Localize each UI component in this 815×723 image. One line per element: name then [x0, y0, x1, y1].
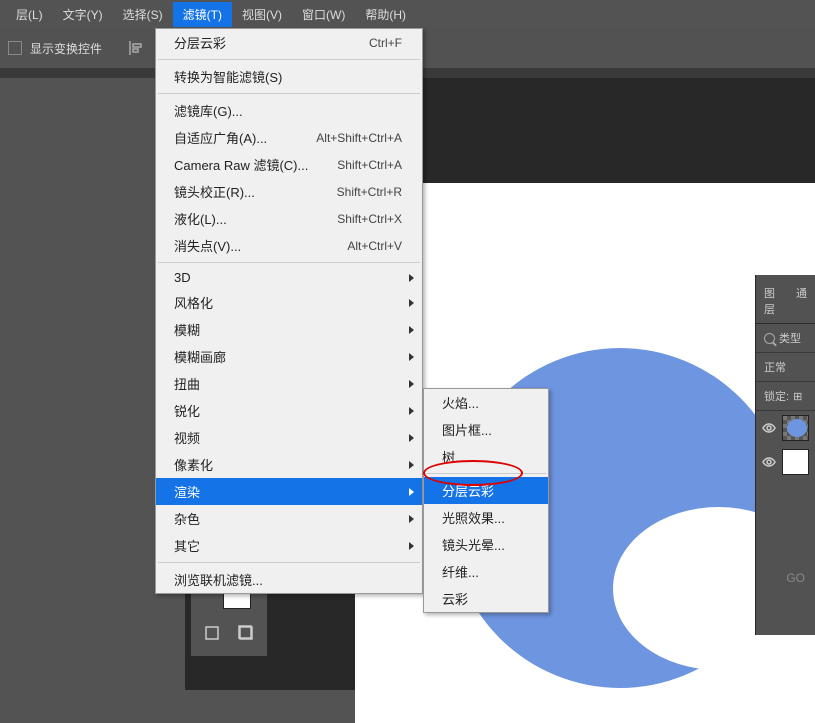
layer-thumb-circle [782, 415, 809, 441]
layer-row-1[interactable] [756, 411, 815, 445]
menu-lighting-effects[interactable]: 光照效果... [424, 504, 548, 531]
chevron-right-icon [409, 326, 414, 334]
visibility-icon[interactable] [762, 455, 776, 469]
menu-select[interactable]: 选择(S) [113, 2, 173, 27]
menu-blur[interactable]: 模糊 [156, 316, 422, 343]
search-icon [764, 333, 775, 344]
main-menubar: 层(L) 文字(Y) 选择(S) 滤镜(T) 视图(V) 窗口(W) 帮助(H) [0, 0, 815, 28]
menu-3d[interactable]: 3D [156, 266, 422, 289]
layer-row-2[interactable] [756, 445, 815, 479]
visibility-icon[interactable] [762, 421, 776, 435]
chevron-right-icon [409, 407, 414, 415]
menu-window[interactable]: 窗口(W) [292, 2, 355, 27]
blend-mode-select[interactable]: 正常 [756, 353, 815, 382]
tab-layers[interactable]: 图层 [764, 285, 784, 317]
menu-convert-smart[interactable]: 转换为智能滤镜(S) [156, 63, 422, 90]
chevron-right-icon [409, 434, 414, 442]
tab-channels[interactable]: 通 [796, 285, 807, 317]
chevron-right-icon [409, 542, 414, 550]
menu-tree[interactable]: 树... [424, 443, 548, 470]
menu-camera-raw[interactable]: Camera Raw 滤镜(C)...Shift+Ctrl+A [156, 151, 422, 178]
menu-blur-gallery[interactable]: 模糊画廊 [156, 343, 422, 370]
menu-text[interactable]: 文字(Y) [53, 2, 113, 27]
chevron-right-icon [409, 274, 414, 282]
menu-pixelate[interactable]: 像素化 [156, 451, 422, 478]
menu-layer[interactable]: 层(L) [6, 2, 53, 27]
go-link[interactable]: GO [786, 571, 805, 585]
menu-video[interactable]: 视频 [156, 424, 422, 451]
render-submenu: 火焰... 图片框... 树... 分层云彩 光照效果... 镜头光晕... 纤… [423, 388, 549, 613]
chevron-right-icon [409, 515, 414, 523]
menu-difference-clouds[interactable]: 分层云彩 [424, 477, 548, 504]
align-icon-1[interactable] [122, 34, 150, 62]
menu-liquify[interactable]: 液化(L)...Shift+Ctrl+X [156, 205, 422, 232]
chevron-right-icon [409, 380, 414, 388]
menu-stylize[interactable]: 风格化 [156, 289, 422, 316]
menu-filter[interactable]: 滤镜(T) [173, 2, 232, 27]
menu-fibers[interactable]: 纤维... [424, 558, 548, 585]
layer-thumb-bg [782, 449, 809, 475]
mode-btn-2[interactable] [230, 617, 262, 649]
menu-browse-online[interactable]: 浏览联机滤镜... [156, 566, 422, 593]
layers-panel: 图层 通 类型 正常 锁定:⊞ GO [755, 275, 815, 635]
show-transform-label: 显示变换控件 [30, 40, 102, 57]
menu-distort[interactable]: 扭曲 [156, 370, 422, 397]
lock-row: 锁定:⊞ [756, 382, 815, 411]
menu-help[interactable]: 帮助(H) [355, 2, 416, 27]
menu-filter-gallery[interactable]: 滤镜库(G)... [156, 97, 422, 124]
layer-kind-filter[interactable]: 类型 [756, 324, 815, 353]
menu-picture-frame[interactable]: 图片框... [424, 416, 548, 443]
menu-other[interactable]: 其它 [156, 532, 422, 559]
menu-clouds[interactable]: 云彩 [424, 585, 548, 612]
chevron-right-icon [409, 353, 414, 361]
menu-vanishing-point[interactable]: 消失点(V)...Alt+Ctrl+V [156, 232, 422, 259]
menu-view[interactable]: 视图(V) [232, 2, 292, 27]
chevron-right-icon [409, 461, 414, 469]
menu-render[interactable]: 渲染 [156, 478, 422, 505]
chevron-right-icon [409, 299, 414, 307]
menu-lens-correction[interactable]: 镜头校正(R)...Shift+Ctrl+R [156, 178, 422, 205]
show-transform-checkbox[interactable] [8, 41, 22, 55]
menu-last-filter[interactable]: 分层云彩Ctrl+F [156, 29, 422, 56]
mode-btn-1[interactable] [196, 617, 228, 649]
menu-lens-flare[interactable]: 镜头光晕... [424, 531, 548, 558]
menu-flame[interactable]: 火焰... [424, 389, 548, 416]
filter-dropdown: 分层云彩Ctrl+F 转换为智能滤镜(S) 滤镜库(G)... 自适应广角(A)… [155, 28, 423, 594]
lock-icon[interactable]: ⊞ [793, 390, 802, 403]
menu-adaptive-wide[interactable]: 自适应广角(A)...Alt+Shift+Ctrl+A [156, 124, 422, 151]
menu-sharpen[interactable]: 锐化 [156, 397, 422, 424]
chevron-right-icon [409, 488, 414, 496]
menu-noise[interactable]: 杂色 [156, 505, 422, 532]
